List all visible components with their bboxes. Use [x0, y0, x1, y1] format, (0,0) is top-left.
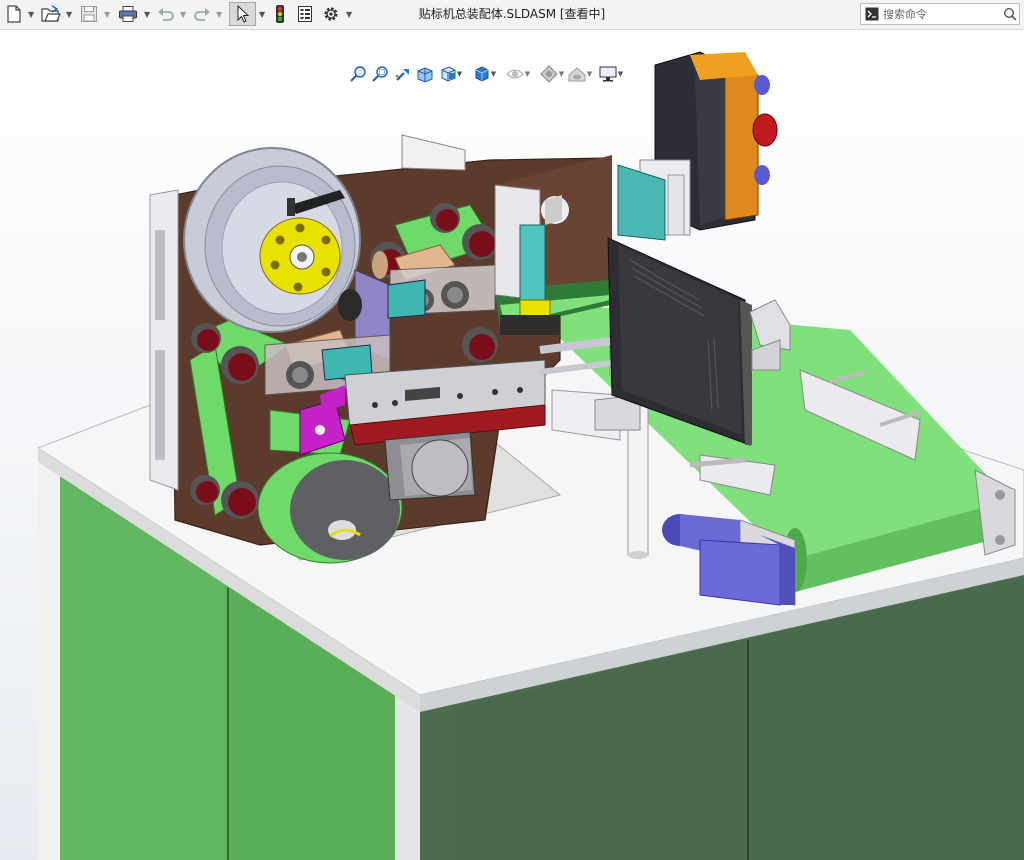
edit-appearance-button[interactable]: ▼: [538, 62, 566, 86]
display-style-button[interactable]: ▼: [472, 62, 498, 86]
section-view-icon: [417, 67, 433, 83]
options-button[interactable]: [320, 2, 342, 26]
select-dropdown-icon[interactable]: ▼: [259, 0, 265, 29]
view-orientation-button[interactable]: ▼: [438, 62, 464, 86]
graphics-area[interactable]: ▼ ▼ ▼ ▼ ▼ ▼: [0, 30, 1024, 860]
redo-dropdown-icon[interactable]: ▼: [216, 0, 222, 29]
save-icon: [81, 6, 97, 22]
hide-show-items-icon: [506, 69, 524, 79]
select-pointer-icon: [237, 5, 249, 23]
search-commands-input[interactable]: [883, 4, 995, 24]
previous-view-button[interactable]: [392, 62, 414, 86]
undo-dropdown-icon[interactable]: ▼: [180, 0, 186, 29]
open-dropdown-icon[interactable]: ▼: [66, 0, 72, 29]
stepper-motor[interactable]: [384, 431, 476, 501]
command-prompt-icon: [865, 7, 879, 21]
select-button[interactable]: [229, 2, 256, 26]
print-button[interactable]: [116, 2, 140, 26]
redo-icon: [194, 8, 210, 21]
view-orientation-icon: [441, 66, 456, 82]
zoom-to-fit-button[interactable]: [348, 62, 370, 86]
print-dropdown-icon[interactable]: ▼: [144, 0, 150, 29]
zoom-to-fit-icon: [350, 66, 366, 82]
search-commands-box[interactable]: [860, 3, 1020, 25]
view-settings-icon: [599, 66, 617, 82]
options-gear-icon: [324, 7, 338, 21]
print-icon: [119, 6, 137, 22]
undo-icon: [158, 8, 174, 21]
open-folder-icon: [41, 5, 61, 22]
zoom-to-area-button[interactable]: [370, 62, 392, 86]
options-dropdown-icon[interactable]: ▼: [346, 0, 352, 29]
apply-scene-button[interactable]: ▼: [566, 62, 594, 86]
save-dropdown-icon[interactable]: ▼: [104, 0, 110, 29]
hide-show-items-button[interactable]: ▼: [504, 62, 532, 86]
open-button[interactable]: [40, 2, 62, 26]
undo-button[interactable]: [156, 2, 176, 26]
search-icon[interactable]: [1003, 7, 1017, 21]
redo-button[interactable]: [192, 2, 212, 26]
label-machine-model[interactable]: [0, 30, 1024, 860]
label-spool[interactable]: [183, 147, 361, 333]
traffic-light-icon: [276, 5, 284, 23]
title-bar: ▼ ▼ ▼ ▼ ▼ ▼ ▼ ▼ 贴标机总装配体.SLDASM [查看中] 搜索命…: [0, 0, 1024, 30]
view-settings-button[interactable]: ▼: [596, 62, 626, 86]
new-document-icon: [7, 5, 21, 23]
control-box[interactable]: [617, 51, 778, 241]
zoom-to-area-icon: [372, 66, 388, 82]
previous-view-icon: [395, 69, 409, 81]
rebuild-button[interactable]: [270, 2, 290, 26]
edit-appearance-icon: [540, 65, 558, 83]
display-style-icon: [475, 66, 489, 82]
new-document-dropdown-icon[interactable]: ▼: [28, 0, 34, 29]
file-properties-button[interactable]: [294, 2, 316, 26]
file-properties-icon: [298, 6, 312, 22]
section-view-button[interactable]: [414, 62, 436, 86]
apply-scene-icon: [568, 67, 586, 82]
save-button[interactable]: [78, 2, 100, 26]
new-document-button[interactable]: [4, 2, 24, 26]
